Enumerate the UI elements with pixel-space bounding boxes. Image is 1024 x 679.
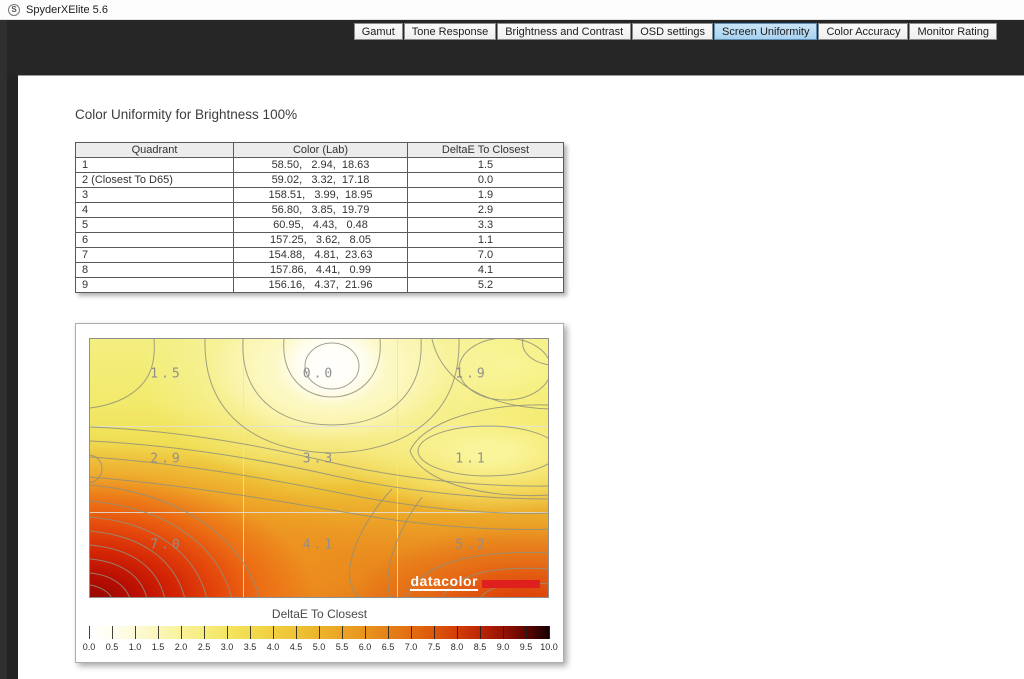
colorbar-tick: 0.5	[106, 642, 119, 652]
deltae-cell: 3.3	[408, 218, 564, 233]
col-header-quadrant: Quadrant	[76, 143, 234, 158]
table-row: 8 157.86, 4.41, 0.99 4.1	[76, 263, 564, 278]
table-header-row: Quadrant Color (Lab) DeltaE To Closest	[76, 143, 564, 158]
colorbar-tick: 5.0	[313, 642, 326, 652]
colorbar-tick: 4.5	[290, 642, 303, 652]
colorbar-tick: 4.0	[267, 642, 280, 652]
lab-cell: 56.80, 3.85, 19.79	[234, 203, 408, 218]
deltae-cell: 0.0	[408, 173, 564, 188]
quadrant-cell: 1	[76, 158, 234, 173]
tab-gamut[interactable]: Gamut	[354, 23, 403, 40]
colorbar-tick-labels: 0.0 0.5 1.0 1.5 2.0 2.5 3.0 3.5 4.0 4.5 …	[89, 642, 550, 653]
colorbar-tick: 1.5	[152, 642, 165, 652]
page-title: Color Uniformity for Brightness 100%	[75, 107, 297, 122]
tab-tone-response[interactable]: Tone Response	[404, 23, 496, 40]
lab-cell: 59.02, 3.32, 17.18	[234, 173, 408, 188]
datacolor-wordmark: datacolor	[410, 575, 478, 591]
heatmap-value-q6: 1.1	[455, 451, 487, 466]
heatmap-value-q3: 1.9	[455, 366, 487, 381]
lab-cell: 157.25, 3.62, 8.05	[234, 233, 408, 248]
deltae-cell: 2.9	[408, 203, 564, 218]
table-row: 1 58.50, 2.94, 18.63 1.5	[76, 158, 564, 173]
colorbar-tick: 6.5	[382, 642, 395, 652]
lab-cell: 60.95, 4.43, 0.48	[234, 218, 408, 233]
quadrant-cell: 8	[76, 263, 234, 278]
tab-brightness-contrast[interactable]: Brightness and Contrast	[497, 23, 631, 40]
heatmap-value-q4: 2.9	[150, 451, 182, 466]
quadrant-cell: 9	[76, 278, 234, 293]
uniformity-figure: 1.5 0.0 1.9 2.9 3.3 1.1 7.0 4.1 5.2 data…	[75, 323, 564, 663]
colorbar-tick: 9.0	[497, 642, 510, 652]
quadrant-cell: 3	[76, 188, 234, 203]
heatmap-value-q5: 3.3	[303, 451, 335, 466]
colorbar-tick: 3.5	[244, 642, 257, 652]
colorbar-tick: 6.0	[359, 642, 372, 652]
heatmap-value-q2: 0.0	[303, 366, 335, 381]
toolbar-background: Gamut Tone Response Brightness and Contr…	[0, 20, 1024, 75]
colorbar-tick: 3.0	[221, 642, 234, 652]
uniformity-table: Quadrant Color (Lab) DeltaE To Closest 1…	[75, 142, 564, 293]
lab-cell: 58.50, 2.94, 18.63	[234, 158, 408, 173]
datacolor-red-bar	[482, 580, 540, 588]
table-row: 6 157.25, 3.62, 8.05 1.1	[76, 233, 564, 248]
app-window: S SpyderXElite 5.6 Gamut Tone Response B…	[0, 0, 1024, 679]
app-icon: S	[8, 4, 20, 16]
colorbar-tick: 10.0	[540, 642, 558, 652]
table-row: 9 156.16, 4.37, 21.96 5.2	[76, 278, 564, 293]
colorbar-tick: 2.5	[198, 642, 211, 652]
titlebar: S SpyderXElite 5.6	[0, 0, 1024, 20]
colorbar-gradient	[89, 626, 550, 639]
colorbar-tick: 9.5	[520, 642, 533, 652]
deltae-cell: 1.5	[408, 158, 564, 173]
deltae-cell: 1.9	[408, 188, 564, 203]
col-header-color-lab: Color (Lab)	[234, 143, 408, 158]
colorbar-tick: 7.5	[428, 642, 441, 652]
table-row: 2 (Closest To D65) 59.02, 3.32, 17.18 0.…	[76, 173, 564, 188]
tab-monitor-rating[interactable]: Monitor Rating	[909, 23, 997, 40]
quadrant-cell: 7	[76, 248, 234, 263]
heatmap-value-q7: 7.0	[150, 538, 182, 553]
col-header-deltae: DeltaE To Closest	[408, 143, 564, 158]
colorbar-tick: 1.0	[129, 642, 142, 652]
lab-cell: 154.88, 4.81, 23.63	[234, 248, 408, 263]
table-row: 4 56.80, 3.85, 19.79 2.9	[76, 203, 564, 218]
quadrant-cell: 2 (Closest To D65)	[76, 173, 234, 188]
colorbar-tick: 0.0	[83, 642, 96, 652]
datacolor-logo: datacolor	[410, 575, 540, 591]
quadrant-cell: 6	[76, 233, 234, 248]
heatmap-value-q1: 1.5	[150, 366, 182, 381]
quadrant-cell: 4	[76, 203, 234, 218]
quadrant-cell: 5	[76, 218, 234, 233]
deltae-cell: 7.0	[408, 248, 564, 263]
tab-osd-settings[interactable]: OSD settings	[632, 23, 713, 40]
colorbar-tick: 8.0	[451, 642, 464, 652]
colorbar-tick: 2.0	[175, 642, 188, 652]
content-panel: Color Uniformity for Brightness 100% Qua…	[18, 75, 1024, 679]
window-left-edge	[0, 20, 7, 679]
table-row: 5 60.95, 4.43, 0.48 3.3	[76, 218, 564, 233]
deltae-cell: 5.2	[408, 278, 564, 293]
deltae-cell: 1.1	[408, 233, 564, 248]
tab-bar: Gamut Tone Response Brightness and Contr…	[353, 23, 997, 40]
tab-screen-uniformity[interactable]: Screen Uniformity	[714, 23, 817, 40]
window-title: SpyderXElite 5.6	[26, 4, 108, 16]
colorbar-tick: 8.5	[474, 642, 487, 652]
heatmap-value-q8: 4.1	[303, 538, 335, 553]
colorbar-tick: 7.0	[405, 642, 418, 652]
colorbar-tick: 5.5	[336, 642, 349, 652]
lab-cell: 156.16, 4.37, 21.96	[234, 278, 408, 293]
heatmap-value-q9: 5.2	[455, 538, 487, 553]
uniformity-heatmap: 1.5 0.0 1.9 2.9 3.3 1.1 7.0 4.1 5.2 data…	[89, 338, 549, 598]
colorbar-title: DeltaE To Closest	[76, 607, 563, 621]
table-row: 3 158.51, 3.99, 18.95 1.9	[76, 188, 564, 203]
lab-cell: 157.86, 4.41, 0.99	[234, 263, 408, 278]
table-row: 7 154.88, 4.81, 23.63 7.0	[76, 248, 564, 263]
deltae-cell: 4.1	[408, 263, 564, 278]
tab-color-accuracy[interactable]: Color Accuracy	[818, 23, 908, 40]
lab-cell: 158.51, 3.99, 18.95	[234, 188, 408, 203]
